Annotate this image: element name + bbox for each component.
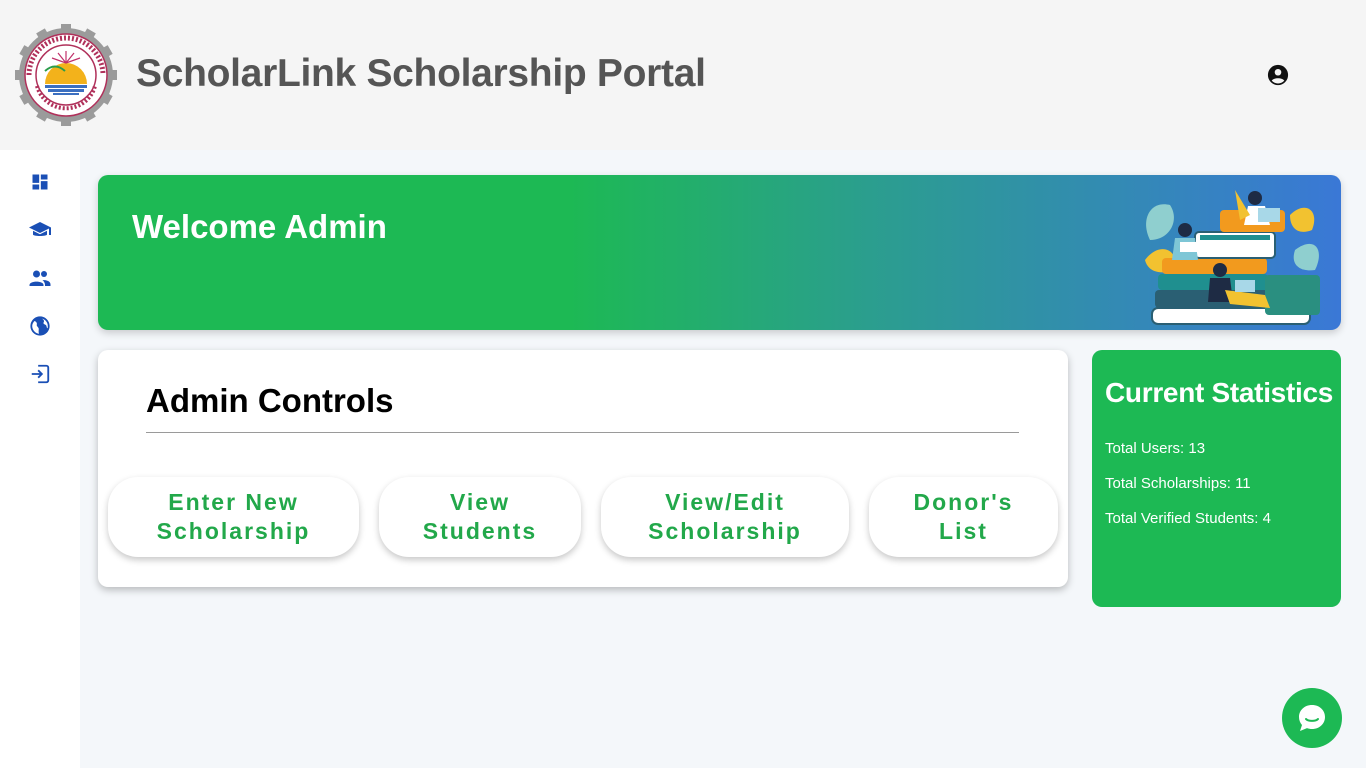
stat-total-users: Total Users: 13	[1105, 440, 1206, 457]
button-label-line1: View	[449, 489, 510, 515]
statistics-card: Current Statistics Total Users: 13 Total…	[1092, 350, 1341, 607]
sidebar-item-dashboard[interactable]	[28, 170, 52, 194]
view-edit-scholarship-button[interactable]: View/Edit Scholarship	[601, 477, 849, 557]
admin-controls-card: Admin Controls Enter New Scholarship Vie…	[98, 350, 1068, 587]
university-seal-icon	[15, 24, 117, 126]
globe-icon	[30, 316, 50, 336]
button-label-line2: Scholarship	[648, 518, 802, 544]
admin-controls-title: Admin Controls	[146, 382, 394, 419]
donors-list-button[interactable]: Donor's List	[869, 477, 1058, 557]
chat-bubble-icon	[1299, 705, 1325, 731]
sidebar-item-web[interactable]	[28, 314, 52, 338]
sidebar-item-scholarships[interactable]	[28, 218, 52, 242]
stat-total-scholarships: Total Scholarships: 11	[1105, 475, 1251, 492]
button-label-line1: Donor's	[913, 489, 1014, 515]
account-circle-icon[interactable]	[1267, 64, 1289, 86]
sidebar-item-students[interactable]	[28, 266, 52, 290]
logout-icon	[31, 364, 50, 384]
sidebar-item-logout[interactable]	[28, 362, 52, 386]
enter-new-scholarship-button[interactable]: Enter New Scholarship	[108, 477, 359, 557]
graduation-cap-icon	[29, 222, 51, 236]
app-title: ScholarLink Scholarship Portal	[136, 52, 706, 95]
button-label-line2: Scholarship	[156, 518, 311, 544]
students-reading-illustration	[1145, 190, 1320, 325]
button-label-line1: View/Edit	[665, 489, 785, 515]
welcome-banner: Welcome Admin	[98, 175, 1341, 330]
people-icon	[29, 270, 51, 286]
welcome-title: Welcome Admin	[132, 208, 387, 245]
chat-button[interactable]	[1282, 688, 1342, 748]
dashboard-icon	[32, 174, 48, 190]
sidebar	[0, 150, 80, 768]
button-label-line2: List	[939, 518, 988, 544]
stat-total-verified-students: Total Verified Students: 4	[1105, 510, 1271, 527]
button-label-line2: Students	[422, 518, 538, 544]
button-label-line1: Enter New	[168, 489, 299, 515]
top-header: ScholarLink Scholarship Portal	[0, 0, 1366, 150]
statistics-title: Current Statistics	[1105, 377, 1333, 408]
divider	[146, 432, 1019, 433]
view-students-button[interactable]: View Students	[379, 477, 581, 557]
